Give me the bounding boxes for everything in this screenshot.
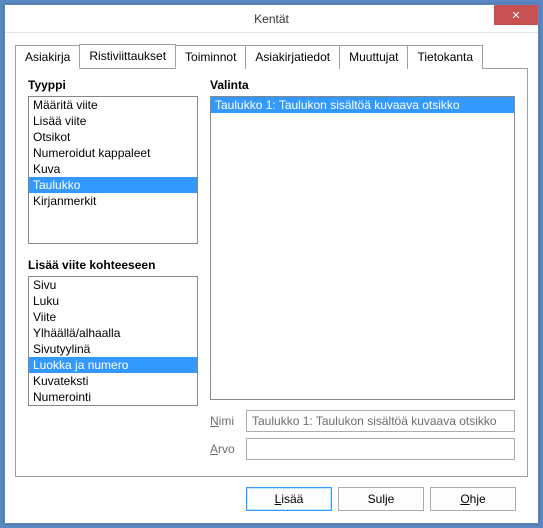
tab-panel: Tyyppi Määritä viite Lisää viite Otsikot… bbox=[15, 68, 528, 477]
right-column: Valinta Taulukko 1: Taulukon sisältöä ku… bbox=[210, 78, 515, 466]
tab-docinfo[interactable]: Asiakirjatiedot bbox=[245, 45, 340, 69]
selection-label: Valinta bbox=[210, 78, 515, 92]
footer: Lisää Sulje Ohje bbox=[15, 477, 528, 523]
list-item[interactable]: Lisää viite bbox=[29, 113, 197, 129]
content-area: Asiakirja Ristiviittaukset Toiminnot Asi… bbox=[5, 33, 538, 523]
list-item[interactable]: Taulukko bbox=[29, 177, 197, 193]
list-item[interactable]: Luokka ja numero bbox=[29, 357, 197, 373]
tab-document[interactable]: Asiakirja bbox=[15, 45, 80, 69]
tab-database[interactable]: Tietokanta bbox=[407, 45, 483, 69]
list-item[interactable]: Kuva bbox=[29, 161, 197, 177]
type-listbox[interactable]: Määritä viite Lisää viite Otsikot Numero… bbox=[28, 96, 198, 244]
window-title: Kentät bbox=[254, 12, 289, 26]
list-item[interactable]: Määritä viite bbox=[29, 97, 197, 113]
name-input bbox=[246, 410, 515, 432]
value-label: Arvo bbox=[210, 442, 246, 456]
list-item[interactable]: Numeroidut kappaleet bbox=[29, 145, 197, 161]
left-column: Tyyppi Määritä viite Lisää viite Otsikot… bbox=[28, 78, 198, 466]
value-field-row: Arvo bbox=[210, 438, 515, 460]
insert-button[interactable]: Lisää bbox=[246, 487, 332, 511]
name-field-row: Nimi bbox=[210, 410, 515, 432]
list-item[interactable]: Kuvateksti bbox=[29, 373, 197, 389]
titlebar: Kentät ✕ bbox=[5, 5, 538, 33]
list-item[interactable]: Otsikot bbox=[29, 129, 197, 145]
list-item[interactable]: Numerointi bbox=[29, 389, 197, 405]
list-item[interactable]: Luku bbox=[29, 293, 197, 309]
close-icon: ✕ bbox=[511, 9, 520, 22]
list-item[interactable]: Ylhäällä/alhaalla bbox=[29, 325, 197, 341]
list-item[interactable]: Sivu bbox=[29, 277, 197, 293]
list-item[interactable]: Viite bbox=[29, 309, 197, 325]
list-item[interactable]: Taulukko 1: Taulukon sisältöä kuvaava ot… bbox=[211, 97, 514, 113]
tab-functions[interactable]: Toiminnot bbox=[175, 45, 246, 69]
window-close-button[interactable]: ✕ bbox=[494, 5, 538, 25]
value-input bbox=[246, 438, 515, 460]
list-item[interactable]: Kirjanmerkit bbox=[29, 193, 197, 209]
type-label: Tyyppi bbox=[28, 78, 198, 92]
list-item[interactable]: Sivutyylinä bbox=[29, 341, 197, 357]
insert-ref-label: Lisää viite kohteeseen bbox=[28, 258, 198, 272]
close-button[interactable]: Sulje bbox=[338, 487, 424, 511]
selection-listbox[interactable]: Taulukko 1: Taulukon sisältöä kuvaava ot… bbox=[210, 96, 515, 400]
insert-ref-listbox[interactable]: Sivu Luku Viite Ylhäällä/alhaalla Sivuty… bbox=[28, 276, 198, 406]
dialog-window: Kentät ✕ Asiakirja Ristiviittaukset Toim… bbox=[4, 4, 539, 524]
tab-crossreferences[interactable]: Ristiviittaukset bbox=[79, 44, 176, 68]
name-label: Nimi bbox=[210, 414, 246, 428]
tab-strip: Asiakirja Ristiviittaukset Toiminnot Asi… bbox=[15, 44, 528, 69]
tab-variables[interactable]: Muuttujat bbox=[339, 45, 408, 69]
help-button[interactable]: Ohje bbox=[430, 487, 516, 511]
